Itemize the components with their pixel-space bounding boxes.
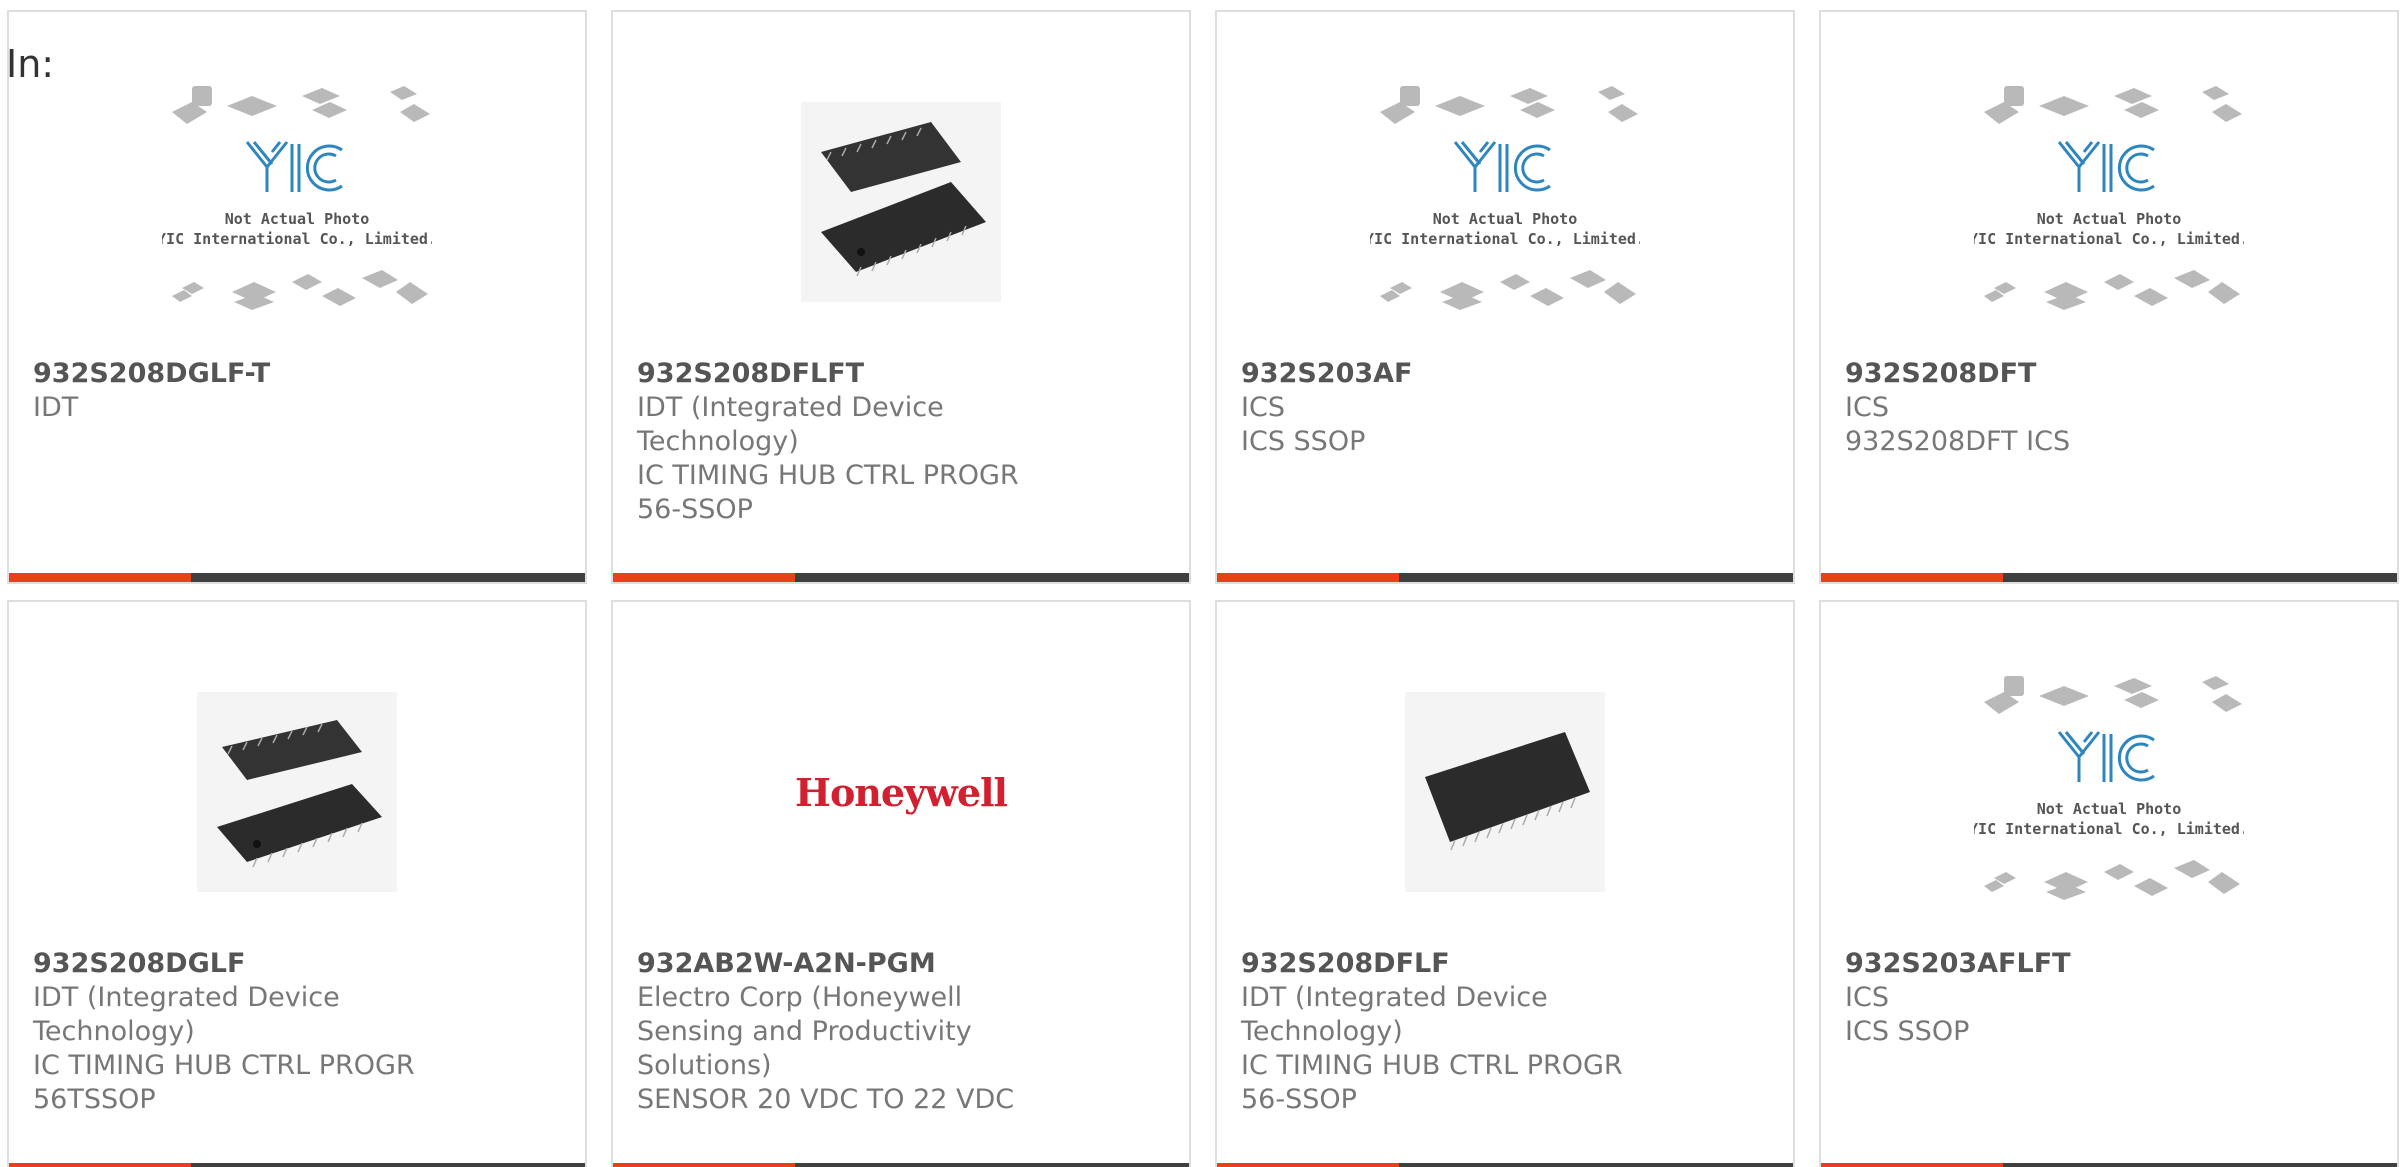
product-card[interactable]: Honeywell 932AB2W-A2N-PGM Electro Corp (…: [611, 600, 1191, 1167]
description: SENSOR 20 VDC TO 22 VDC: [637, 1084, 1015, 1115]
description: 932S208DFT ICS: [1845, 426, 2071, 457]
product-card[interactable]: Not Actual Photo YIC International Co., …: [1215, 10, 1795, 584]
part-number-link[interactable]: 932S208DFT: [1845, 357, 2265, 391]
product-image[interactable]: Not Actual Photo YIC International Co., …: [9, 52, 585, 352]
product-card[interactable]: Not Actual Photo YIC International Co., …: [7, 10, 587, 584]
placeholder-line1: Not Actual Photo: [2037, 210, 2182, 228]
card-footer-bar: [9, 1163, 585, 1167]
product-image[interactable]: Not Actual Photo YIC International Co., …: [1821, 642, 2397, 942]
part-number-link[interactable]: 932S203AF: [1241, 357, 1661, 391]
yic-placeholder-image: Not Actual Photo YIC International Co., …: [1974, 676, 2244, 900]
product-card[interactable]: 932S208DFLF IDT (Integrated Device Techn…: [1215, 600, 1795, 1167]
section-heading: In:: [6, 42, 55, 86]
product-image[interactable]: Not Actual Photo YIC International Co., …: [1821, 52, 2397, 352]
placeholder-line2: YIC International Co., Limited.: [1974, 820, 2244, 838]
card-footer-accent: [1821, 573, 2003, 582]
card-footer-bar: [1217, 1163, 1793, 1167]
description: ICS SSOP: [1241, 426, 1366, 457]
yic-placeholder-image: Not Actual Photo YIC International Co., …: [162, 86, 432, 310]
manufacturer: ICS: [1845, 982, 1889, 1013]
part-number-link[interactable]: 932AB2W-A2N-PGM: [637, 947, 1057, 981]
placeholder-line2: YIC International Co., Limited.: [1370, 230, 1640, 248]
product-image[interactable]: [9, 642, 585, 942]
placeholder-line2: YIC International Co., Limited.: [1974, 230, 2244, 248]
description: IC TIMING HUB CTRL PROGR 56-SSOP: [637, 460, 1019, 525]
part-number-link[interactable]: 932S208DFLF: [1241, 947, 1661, 981]
product-image[interactable]: [1217, 642, 1793, 942]
product-card[interactable]: Not Actual Photo YIC International Co., …: [1819, 600, 2399, 1167]
part-number-link[interactable]: 932S208DGLF-T: [33, 357, 453, 391]
placeholder-line1: Not Actual Photo: [2037, 800, 2182, 818]
description: IC TIMING HUB CTRL PROGR 56TSSOP: [33, 1050, 415, 1115]
dual-ssop-chip-image: [801, 102, 1001, 302]
manufacturer: IDT (Integrated Device Technology): [637, 392, 944, 457]
placeholder-line1: Not Actual Photo: [1433, 210, 1578, 228]
yic-placeholder-image: Not Actual Photo YIC International Co., …: [1370, 86, 1640, 310]
manufacturer: ICS: [1241, 392, 1285, 423]
description: ICS SSOP: [1845, 1016, 1970, 1047]
card-footer-bar: [1821, 573, 2397, 582]
manufacturer: Electro Corp (Honeywell Sensing and Prod…: [637, 982, 972, 1081]
product-card[interactable]: 932S208DFLFT IDT (Integrated Device Tech…: [611, 10, 1191, 584]
card-footer-accent: [1821, 1163, 2003, 1167]
product-image[interactable]: Not Actual Photo YIC International Co., …: [1217, 52, 1793, 352]
manufacturer: ICS: [1845, 392, 1889, 423]
card-footer-accent: [613, 1163, 795, 1167]
single-ssop-chip-image: [1405, 692, 1605, 892]
card-footer-accent: [1217, 1163, 1399, 1167]
part-number-link[interactable]: 932S208DFLFT: [637, 357, 1057, 391]
manufacturer: IDT (Integrated Device Technology): [33, 982, 340, 1047]
honeywell-logo: Honeywell: [795, 769, 1008, 815]
product-image[interactable]: [613, 52, 1189, 352]
card-footer-bar: [613, 573, 1189, 582]
product-image[interactable]: Honeywell: [613, 642, 1189, 942]
card-footer-accent: [9, 573, 191, 582]
product-card[interactable]: 932S208DGLF IDT (Integrated Device Techn…: [7, 600, 587, 1167]
manufacturer: IDT (Integrated Device Technology): [1241, 982, 1548, 1047]
product-grid-page: In: Not Actual Photo YIC International C…: [0, 0, 2400, 1167]
card-footer-accent: [613, 573, 795, 582]
card-footer-accent: [9, 1163, 191, 1167]
dual-tssop-chip-image: [197, 692, 397, 892]
part-number-link[interactable]: 932S203AFLFT: [1845, 947, 2265, 981]
manufacturer: IDT: [33, 392, 79, 423]
placeholder-line1: Not Actual Photo: [225, 210, 370, 228]
card-footer-bar: [1217, 573, 1793, 582]
description: IC TIMING HUB CTRL PROGR 56-SSOP: [1241, 1050, 1623, 1115]
yic-placeholder-image: Not Actual Photo YIC International Co., …: [1974, 86, 2244, 310]
placeholder-line2: YIC International Co., Limited.: [162, 230, 432, 248]
card-footer-bar: [9, 573, 585, 582]
card-footer-accent: [1217, 573, 1399, 582]
product-card[interactable]: Not Actual Photo YIC International Co., …: [1819, 10, 2399, 584]
card-footer-bar: [613, 1163, 1189, 1167]
part-number-link[interactable]: 932S208DGLF: [33, 947, 453, 981]
card-footer-bar: [1821, 1163, 2397, 1167]
